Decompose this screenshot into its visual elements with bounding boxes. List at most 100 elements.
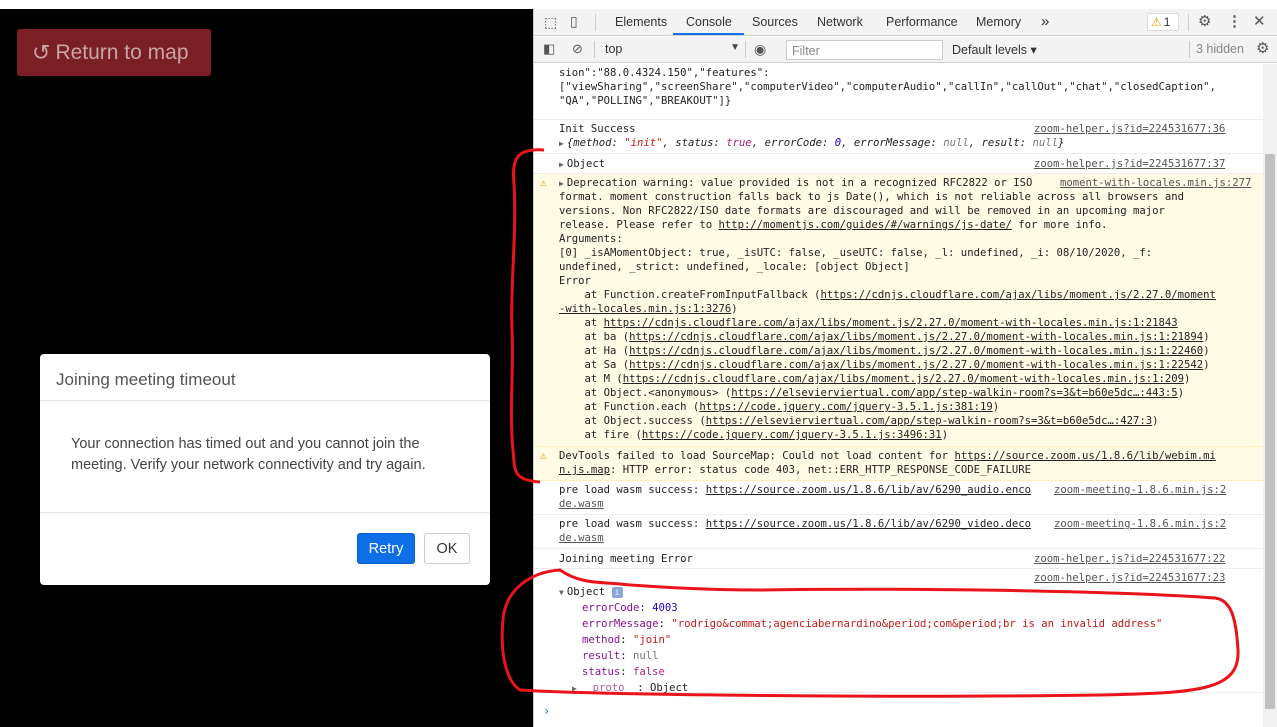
console-prompt-caret[interactable]: › xyxy=(543,704,550,718)
warning-text: DevTools failed to load SourceMap: Could… xyxy=(559,449,1216,463)
sourcemap-link[interactable]: n.js.map xyxy=(559,464,610,476)
settings-gear-icon[interactable]: ⚙ xyxy=(1198,14,1211,29)
log-text: pre load wasm success: https://source.zo… xyxy=(559,483,1031,497)
device-toolbar-icon[interactable]: ▯ xyxy=(570,14,578,28)
source-link[interactable]: zoom-helper.js?id=224531677:36 xyxy=(1034,122,1225,136)
source-link[interactable]: de.wasm xyxy=(559,531,604,545)
return-to-map-button[interactable]: ↺ Return to map xyxy=(17,29,211,76)
prop-sep: : xyxy=(658,618,672,630)
ok-button[interactable]: OK xyxy=(424,533,470,564)
console-settings-gear-icon[interactable]: ⚙ xyxy=(1256,41,1269,56)
more-tabs-chevron-icon[interactable]: » xyxy=(1041,13,1049,30)
object-property: errorMessage: "rodrigo&commat;agenciaber… xyxy=(582,617,1162,631)
obj-part: } xyxy=(1058,137,1065,149)
stack-link[interactable]: https://cdnjs.cloudflare.com/ajax/libs/m… xyxy=(629,345,1203,357)
object-preview[interactable]: ▶ {method: "init", status: true, errorCod… xyxy=(559,136,1064,151)
log-part: pre load wasm success: xyxy=(559,484,706,496)
tab-performance[interactable]: Performance xyxy=(886,15,958,29)
stack-link[interactable]: https://cdnjs.cloudflare.com/ajax/libs/m… xyxy=(629,331,1203,343)
console-log: sion":"88.0.4324.150","features": ["view… xyxy=(534,64,1263,727)
log-levels-dropdown[interactable]: Default levels ▾ xyxy=(952,42,1037,57)
stack-frame: -with-locales.min.js:1:3276) xyxy=(559,302,738,316)
expand-triangle-icon: ▶ xyxy=(559,139,564,148)
source-link[interactable]: zoom-helper.js?id=224531677:37 xyxy=(1034,157,1225,171)
live-expression-eye-icon[interactable]: ◉ xyxy=(754,42,766,56)
prop-value: 4003 xyxy=(652,602,678,614)
stack-frame: at ba (https://cdnjs.cloudflare.com/ajax… xyxy=(559,330,1210,344)
log-text: Joining meeting Error xyxy=(559,553,693,565)
console-scrollbar-thumb[interactable] xyxy=(1265,154,1275,709)
retry-button[interactable]: Retry xyxy=(357,533,415,564)
object-preview[interactable]: ▶ Object xyxy=(559,157,605,172)
log-levels-label: Default levels xyxy=(952,43,1028,57)
object-property[interactable]: ▶ __proto__: Object xyxy=(572,681,688,696)
source-link[interactable]: moment-with-locales.min.js:277 xyxy=(1060,176,1251,190)
obj-part: Object xyxy=(566,158,606,170)
obj-part: , status: xyxy=(662,137,727,149)
stack-link[interactable]: https://elsevierviertual.com/app/step-wa… xyxy=(731,387,1177,399)
prop-key: errorCode xyxy=(582,602,640,614)
info-icon[interactable]: i xyxy=(611,587,623,598)
source-link[interactable]: zoom-meeting-1.8.6.min.js:2 xyxy=(1054,483,1226,497)
toolbar-divider xyxy=(594,41,595,58)
warning-count: 1 xyxy=(1163,15,1171,29)
more-options-kebab-icon[interactable]: ⋮ xyxy=(1227,14,1242,29)
js-context-select[interactable]: top ▼ xyxy=(605,42,740,58)
warning-text: [0] _isAMomentObject: true, _isUTC: fals… xyxy=(559,247,1153,259)
warning-text: versions. Non RFC2822/ISO date formats a… xyxy=(559,205,1165,217)
tab-console[interactable]: Console xyxy=(686,15,732,29)
clear-console-icon[interactable]: ⊘ xyxy=(572,42,583,55)
warn-part: ) xyxy=(1152,415,1159,427)
stack-frame: at https://cdnjs.cloudflare.com/ajax/lib… xyxy=(559,316,1178,330)
source-link[interactable]: zoom-helper.js?id=224531677:23 xyxy=(1034,571,1225,585)
obj-part: , errorMessage: xyxy=(841,137,944,149)
collapse-triangle-icon: ▼ xyxy=(559,588,564,597)
stack-frame: at M (https://cdnjs.cloudflare.com/ajax/… xyxy=(559,372,1191,386)
warning-counter-badge[interactable]: ⚠ 1 xyxy=(1147,13,1179,31)
console-filter-input[interactable]: Filter xyxy=(786,40,943,60)
source-link[interactable]: zoom-helper.js?id=224531677:22 xyxy=(1034,552,1225,566)
source-link[interactable]: de.wasm xyxy=(559,497,604,511)
close-devtools-icon[interactable]: ✕ xyxy=(1253,14,1266,29)
warn-part: ) xyxy=(1177,387,1185,399)
warn-part: ) xyxy=(1203,359,1210,371)
stack-link[interactable]: https://code.jquery.com/jquery-3.5.1.js:… xyxy=(699,401,992,413)
stack-link[interactable]: https://cdnjs.cloudflare.com/ajax/libs/m… xyxy=(623,373,1184,385)
toolbar-divider xyxy=(595,14,596,31)
prop-key: errorMessage xyxy=(582,618,659,630)
warning-text[interactable]: ▶ Deprecation warning: value provided is … xyxy=(559,176,1032,191)
tab-sources[interactable]: Sources xyxy=(752,15,798,29)
sourcemap-link[interactable]: https://source.zoom.us/1.8.6/lib/webim.m… xyxy=(954,450,1216,462)
warning-text: release. Please refer to http://momentjs… xyxy=(559,218,1108,232)
log-part: pre load wasm success: xyxy=(559,518,706,530)
stack-link[interactable]: https://cdnjs.cloudflare.com/ajax/libs/m… xyxy=(821,289,1216,301)
warning-text: n.js.map: HTTP error: status code 403, n… xyxy=(559,463,1031,477)
stack-link[interactable]: https://code.jquery.com/jquery-3.5.1.js:… xyxy=(642,429,942,441)
show-sidebar-icon[interactable]: ◧ xyxy=(543,42,555,55)
log-entry: pre load wasm success: https://source.zo… xyxy=(534,481,1263,515)
source-link[interactable]: zoom-meeting-1.8.6.min.js:2 xyxy=(1054,517,1226,531)
stack-link[interactable]: https://cdnjs.cloudflare.com/ajax/libs/m… xyxy=(629,359,1203,371)
stack-link[interactable]: https://elsevierviertual.com/app/step-wa… xyxy=(706,415,1152,427)
prop-value: "join" xyxy=(633,634,672,646)
obj-part: Object xyxy=(566,586,606,598)
object-property: errorCode: 4003 xyxy=(582,601,678,615)
log-entry: ▶ Object zoom-helper.js?id=224531677:37 xyxy=(534,154,1263,174)
tab-elements[interactable]: Elements xyxy=(615,15,667,29)
meeting-app-pane: ↺ Return to map Joining meeting timeout … xyxy=(0,9,533,727)
tab-memory[interactable]: Memory xyxy=(976,15,1021,29)
inspect-element-icon[interactable]: ⬚ xyxy=(544,15,557,29)
expanded-object[interactable]: ▼ Object i xyxy=(559,585,623,600)
docs-link[interactable]: http://momentjs.com/guides/#/warnings/js… xyxy=(718,219,1011,231)
warn-part: ) xyxy=(1184,373,1191,385)
console-toolbar: ◧ ⊘ top ▼ ◉ Filter Default levels ▾ 3 hi… xyxy=(534,37,1277,63)
wasm-link[interactable]: https://source.zoom.us/1.8.6/lib/av/6290… xyxy=(706,518,1031,530)
log-entry: zoom-helper.js?id=224531677:23 ▼ Object i… xyxy=(534,569,1263,696)
stack-link[interactable]: -with-locales.min.js:1:3276 xyxy=(559,303,731,315)
tab-network[interactable]: Network xyxy=(817,15,863,29)
hidden-messages-count: 3 hidden xyxy=(1196,42,1244,56)
stack-link[interactable]: https://cdnjs.cloudflare.com/ajax/libs/m… xyxy=(604,317,1178,329)
wasm-link[interactable]: https://source.zoom.us/1.8.6/lib/av/6290… xyxy=(706,484,1031,496)
prop-value: "rodrigo&commat;agenciabernardino&period… xyxy=(671,618,1163,630)
stack-frame: at Ha (https://cdnjs.cloudflare.com/ajax… xyxy=(559,344,1210,358)
